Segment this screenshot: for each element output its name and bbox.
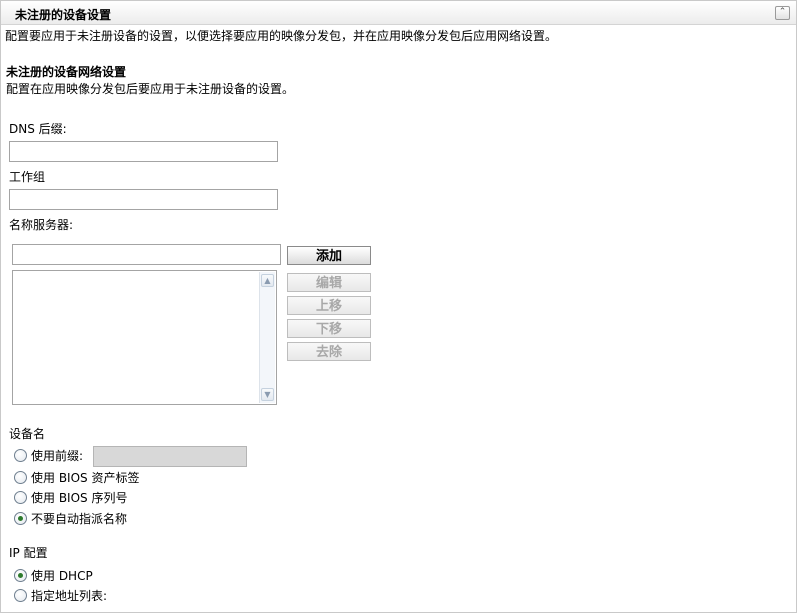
name-server-input[interactable] [12,244,281,265]
unregistered-device-settings-panel: 未注册的设备设置 ⌃ 配置要应用于未注册设备的设置，以便选择要应用的映像分发包，… [0,0,797,613]
use-prefix-radio[interactable] [14,449,27,462]
name-server-list[interactable]: ▲ ▼ [12,270,277,405]
network-settings-description: 配置在应用映像分发包后要应用于未注册设备的设置。 [6,82,295,96]
move-down-button[interactable]: 下移 [287,319,371,338]
device-name-label: 设备名 [9,427,46,441]
scroll-up-icon[interactable]: ▲ [261,274,274,287]
edit-button[interactable]: 编辑 [287,273,371,292]
network-settings-heading: 未注册的设备网络设置 [6,65,127,79]
dns-suffix-input[interactable] [9,141,278,162]
workgroup-label: 工作组 [9,170,46,184]
panel-description: 配置要应用于未注册设备的设置，以便选择要应用的映像分发包，并在应用映像分发包后应… [5,29,558,43]
remove-button[interactable]: 去除 [287,342,371,361]
address-list-radio[interactable] [14,589,27,602]
use-bios-asset-tag-radio[interactable] [14,471,27,484]
collapse-icon[interactable]: ⌃ [775,6,790,20]
address-list-label: 指定地址列表: [31,589,108,603]
no-auto-name-radio[interactable] [14,512,27,525]
scroll-down-icon[interactable]: ▼ [261,388,274,401]
add-button[interactable]: 添加 [287,246,371,265]
use-bios-serial-radio[interactable] [14,491,27,504]
dns-suffix-label: DNS 后缀: [9,122,67,136]
use-bios-serial-label: 使用 BIOS 序列号 [31,491,128,505]
ip-config-label: IP 配置 [9,546,48,560]
workgroup-input[interactable] [9,189,278,210]
name-server-list-scrollbar[interactable]: ▲ ▼ [259,272,275,403]
name-server-label: 名称服务器: [9,218,74,232]
move-up-button[interactable]: 上移 [287,296,371,315]
panel-title: 未注册的设备设置 [15,8,112,22]
no-auto-name-label: 不要自动指派名称 [31,512,128,526]
use-dhcp-label: 使用 DHCP [31,569,93,583]
use-prefix-label: 使用前缀: [31,449,84,463]
use-bios-asset-tag-label: 使用 BIOS 资产标签 [31,471,140,485]
panel-header: 未注册的设备设置 ⌃ [1,1,796,25]
use-dhcp-radio[interactable] [14,569,27,582]
prefix-input[interactable] [93,446,247,467]
